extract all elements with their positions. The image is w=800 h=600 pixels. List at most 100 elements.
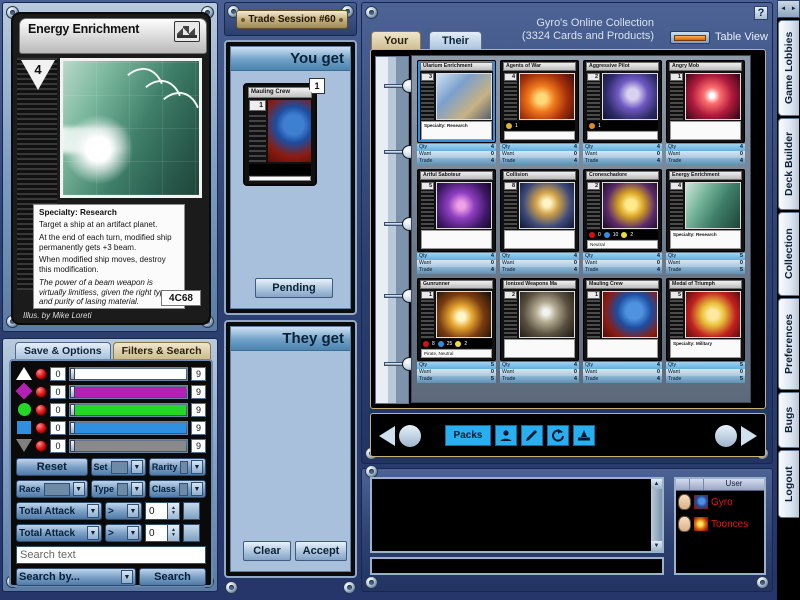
card-qty-row[interactable]: Qty 5: [417, 362, 496, 369]
spinner-icon[interactable]: ▲ ▼: [167, 503, 179, 519]
card-trade-row[interactable]: Trade 5: [417, 376, 496, 383]
rail-scroll-controls[interactable]: ◄ ►: [777, 0, 800, 18]
refresh-icon[interactable]: [547, 425, 569, 446]
slider-max-value[interactable]: 9: [191, 385, 206, 399]
filter-slider-track[interactable]: [69, 421, 188, 435]
card-qty-row[interactable]: Qty 5: [666, 362, 745, 369]
scroll-up-icon[interactable]: ▲: [651, 479, 662, 489]
table-view-toggle[interactable]: [670, 31, 710, 44]
card-want-row[interactable]: Want 0: [500, 151, 579, 158]
card-face[interactable]: Gunrunner 1 8 25 2 Pirate, Neutral Wanderlust:…: [417, 278, 496, 361]
card-want-row[interactable]: Want 0: [417, 151, 496, 158]
filter-slider-row[interactable]: 0 9: [16, 366, 206, 382]
slider-max-value[interactable]: 9: [191, 439, 206, 453]
card-qty-row[interactable]: Qty 4: [583, 362, 662, 369]
card-trade-row[interactable]: Trade 4: [666, 158, 745, 165]
card-face[interactable]: Aggressive Pilot 2 1: [583, 60, 662, 143]
collection-card[interactable]: Artful Saboteur 5 Qty 4 Want 0 Trade 4: [417, 169, 496, 274]
compare-field-dropdown-1[interactable]: Total Attack ▼: [16, 502, 102, 520]
clear-button[interactable]: Clear: [243, 541, 291, 561]
previous-page-arrow-icon[interactable]: [379, 423, 423, 449]
search-button[interactable]: Search: [139, 568, 206, 586]
slider-min-value[interactable]: 0: [50, 367, 66, 381]
card-want-row[interactable]: Want 0: [500, 260, 579, 267]
card-qty-row[interactable]: Qty 4: [500, 362, 579, 369]
card-face[interactable]: Croneschadore 2 0 10 2 Neutral Wanderlust: 10: [583, 169, 662, 252]
compare-operator-dropdown-2[interactable]: > ▼: [105, 524, 142, 542]
card-trade-row[interactable]: Trade 4: [583, 267, 662, 274]
chat-input[interactable]: [370, 557, 664, 575]
packs-button[interactable]: Packs: [445, 425, 491, 446]
person-icon[interactable]: [495, 425, 517, 446]
slider-max-value[interactable]: 9: [191, 367, 206, 381]
collection-card[interactable]: Mauling Crew 1 Qty 4 Want 0 Trade 4: [583, 278, 662, 383]
filter-slider-track[interactable]: [69, 439, 188, 453]
card-preview[interactable]: Energy Enrichment 4 Specialty: Research …: [11, 12, 211, 325]
user-list-item[interactable]: Gyro: [676, 491, 764, 513]
sidebar-item-game-lobbies[interactable]: Game Lobbies: [778, 20, 799, 116]
card-face[interactable]: Ularium Enrichment 3 Specialty: Research: [417, 60, 496, 143]
card-want-row[interactable]: Want 0: [417, 369, 496, 376]
help-button[interactable]: ?: [754, 6, 768, 20]
race-dropdown[interactable]: Race ▼: [16, 480, 88, 498]
card-trade-row[interactable]: Trade 4: [417, 267, 496, 274]
card-qty-row[interactable]: Qty 4: [500, 144, 579, 151]
collection-card[interactable]: Ionized Weapons Ma 2 Qty 4 Want 0 Trade 4: [500, 278, 579, 383]
sidebar-item-deck-builder[interactable]: Deck Builder: [778, 118, 799, 210]
slider-min-value[interactable]: 0: [50, 421, 66, 435]
search-by-dropdown[interactable]: Search by... ▼: [16, 568, 136, 586]
accept-button[interactable]: Accept: [295, 541, 347, 561]
gem-icon[interactable]: [35, 404, 47, 416]
card-qty-row[interactable]: Qty 4: [666, 144, 745, 151]
filter-slider-row[interactable]: 0 9: [16, 402, 206, 418]
card-face[interactable]: Medal of Triumph 5 Specialty: Military: [666, 278, 745, 361]
card-face[interactable]: Artful Saboteur 5: [417, 169, 496, 252]
scroll-left-icon[interactable]: ◄: [780, 6, 786, 12]
card-qty-row[interactable]: Qty 4: [500, 253, 579, 260]
type-dropdown[interactable]: Type ▼: [90, 480, 146, 498]
sidebar-item-bugs[interactable]: Bugs: [778, 392, 799, 448]
slider-min-value[interactable]: 0: [50, 385, 66, 399]
gem-icon[interactable]: [35, 386, 47, 398]
slider-min-value[interactable]: 0: [50, 439, 66, 453]
tab-save-and-options[interactable]: Save & Options: [15, 342, 111, 359]
trade-session-button[interactable]: Trade Session #60: [236, 10, 348, 29]
slider-min-value[interactable]: 0: [50, 403, 66, 417]
filter-slider-row[interactable]: 0 9: [16, 420, 206, 436]
card-qty-row[interactable]: Qty 5: [666, 253, 745, 260]
filter-slider-track[interactable]: [69, 385, 188, 399]
pending-button[interactable]: Pending: [255, 278, 333, 298]
card-want-row[interactable]: Want 0: [666, 151, 745, 158]
collection-card[interactable]: Medal of Triumph 5 Specialty: Military Qty 5…: [666, 278, 745, 383]
gem-icon[interactable]: [35, 440, 47, 452]
collection-card[interactable]: Croneschadore 2 0 10 2 Neutral Wanderlust: 10 Q…: [583, 169, 662, 274]
card-face[interactable]: Collision 8: [500, 169, 579, 252]
pen-icon[interactable]: [521, 425, 543, 446]
card-trade-row[interactable]: Trade 5: [666, 376, 745, 383]
set-dropdown[interactable]: Set ▼: [90, 458, 146, 476]
collection-card[interactable]: Energy Enrichment 4 Specialty: Research Qty…: [666, 169, 745, 274]
card-face[interactable]: Agents of War 4 1: [500, 60, 579, 143]
card-trade-row[interactable]: Trade 4: [500, 376, 579, 383]
tab-your[interactable]: Your: [371, 31, 422, 50]
card-want-row[interactable]: Want 0: [583, 369, 662, 376]
next-page-arrow-icon[interactable]: [713, 423, 757, 449]
collection-card[interactable]: Agents of War 4 1 Qty 4 Want 0 Trade 4: [500, 60, 579, 165]
card-trade-row[interactable]: Trade 4: [417, 158, 496, 165]
card-grid-area[interactable]: Ularium Enrichment 3 Specialty: Research Qt…: [411, 55, 751, 403]
card-face[interactable]: Mauling Crew 1: [583, 278, 662, 361]
card-face[interactable]: Angry Mob 1: [666, 60, 745, 143]
card-want-row[interactable]: Want 0: [666, 260, 745, 267]
compare-value-input-2[interactable]: 0 ▲ ▼: [145, 524, 180, 542]
tab-their[interactable]: Their: [429, 31, 482, 50]
card-want-row[interactable]: Want 0: [583, 260, 662, 267]
ship-icon[interactable]: [573, 425, 595, 446]
collection-card[interactable]: Collision 8 Qty 4 Want 0 Trade 4: [500, 169, 579, 274]
collection-card[interactable]: Ularium Enrichment 3 Specialty: Research Qt…: [417, 60, 496, 165]
collection-card[interactable]: Gunrunner 1 8 25 2 Pirate, Neutral Wanderlust:…: [417, 278, 496, 383]
card-qty-row[interactable]: Qty 4: [417, 253, 496, 260]
card-want-row[interactable]: Want 0: [500, 369, 579, 376]
card-face[interactable]: Energy Enrichment 4 Specialty: Research: [666, 169, 745, 252]
card-want-row[interactable]: Want 0: [666, 369, 745, 376]
compare-field-dropdown-2[interactable]: Total Attack ▼: [16, 524, 102, 542]
